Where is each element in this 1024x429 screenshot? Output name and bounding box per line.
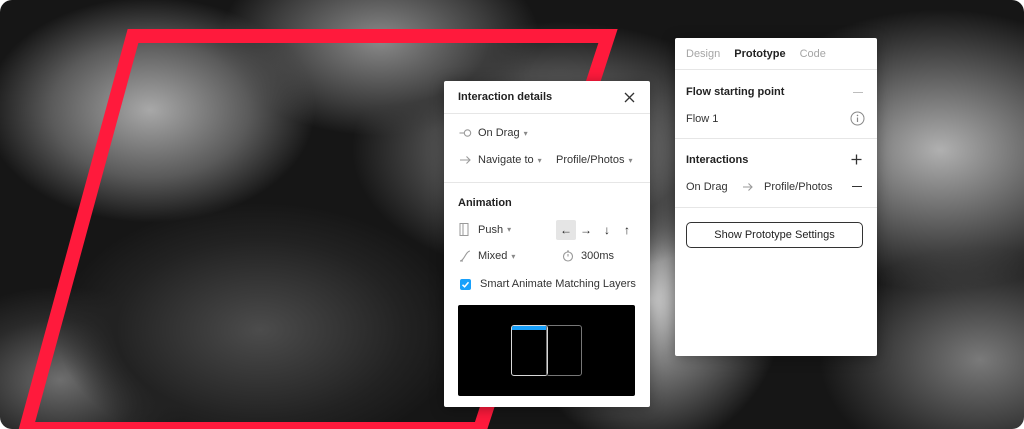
minus-icon[interactable]	[853, 92, 863, 94]
chevron-down-icon: ▾	[628, 155, 633, 165]
destination-value: Profile/Photos	[556, 154, 625, 166]
close-button[interactable]	[622, 90, 636, 104]
interaction-details-header: Interaction details	[444, 81, 650, 114]
interaction-row-destination[interactable]: Profile/Photos	[764, 181, 832, 193]
tab-prototype[interactable]: Prototype	[734, 48, 785, 60]
show-prototype-settings-button[interactable]: Show Prototype Settings	[686, 222, 863, 248]
easing-value: Mixed	[478, 250, 508, 262]
arrow-right-icon	[458, 155, 472, 165]
push-transition-icon	[458, 223, 472, 236]
prototype-panel: Design Prototype Code Flow starting poin…	[675, 38, 877, 356]
animation-type-dropdown[interactable]: Push ▾	[458, 223, 511, 236]
easing-curve-icon	[458, 250, 472, 262]
preview-frame-next	[546, 325, 582, 376]
drag-trigger-icon	[458, 128, 472, 138]
divider	[675, 138, 877, 139]
checkmark-icon	[461, 281, 470, 288]
animation-section-title: Animation	[458, 197, 512, 209]
chevron-down-icon: ▾	[511, 251, 516, 261]
interaction-row-trigger[interactable]: On Drag	[686, 181, 728, 193]
flow-section-title: Flow starting point	[686, 86, 785, 98]
close-icon	[624, 92, 634, 102]
preview-frame-current	[511, 325, 548, 376]
animation-type-value: Push	[478, 223, 504, 236]
flow-name[interactable]: Flow 1	[686, 113, 718, 125]
interaction-details-panel: Interaction details On Drag ▾ Navigate t…	[444, 81, 650, 407]
info-icon[interactable]	[850, 111, 865, 126]
divider	[444, 182, 650, 183]
direction-up-button[interactable]: ↑	[617, 220, 637, 240]
chevron-down-icon: ▾	[537, 155, 542, 165]
destination-dropdown[interactable]: Profile/Photos ▾	[556, 154, 633, 166]
smart-animate-label: Smart Animate Matching Layers	[480, 278, 636, 290]
tab-code[interactable]: Code	[800, 48, 826, 60]
trigger-value: On Drag	[478, 127, 520, 139]
direction-down-button[interactable]: ↓	[597, 220, 617, 240]
duration-field[interactable]: 300ms	[561, 250, 614, 262]
trigger-dropdown[interactable]: On Drag ▾	[458, 127, 528, 139]
timer-icon	[561, 250, 575, 262]
easing-dropdown[interactable]: Mixed ▾	[458, 250, 515, 262]
interaction-details-title: Interaction details	[458, 91, 553, 103]
direction-left-button[interactable]: ←	[556, 220, 576, 240]
minus-icon[interactable]	[852, 186, 862, 188]
action-dropdown[interactable]: Navigate to ▾	[458, 154, 542, 166]
animation-preview	[458, 305, 635, 396]
smart-animate-checkbox[interactable]	[460, 278, 471, 290]
duration-value: 300ms	[581, 250, 615, 262]
chevron-down-icon: ▾	[507, 225, 512, 234]
tab-design[interactable]: Design	[686, 48, 720, 60]
interactions-section-title: Interactions	[686, 154, 749, 166]
plus-icon[interactable]	[851, 154, 862, 165]
arrow-right-icon	[743, 183, 753, 191]
divider	[675, 207, 877, 208]
panel-tabs: Design Prototype Code	[675, 38, 877, 70]
action-value: Navigate to	[478, 154, 534, 166]
smart-animate-option[interactable]: Smart Animate Matching Layers	[460, 278, 636, 290]
chevron-down-icon: ▾	[523, 128, 528, 138]
direction-right-button[interactable]: →	[576, 220, 596, 240]
